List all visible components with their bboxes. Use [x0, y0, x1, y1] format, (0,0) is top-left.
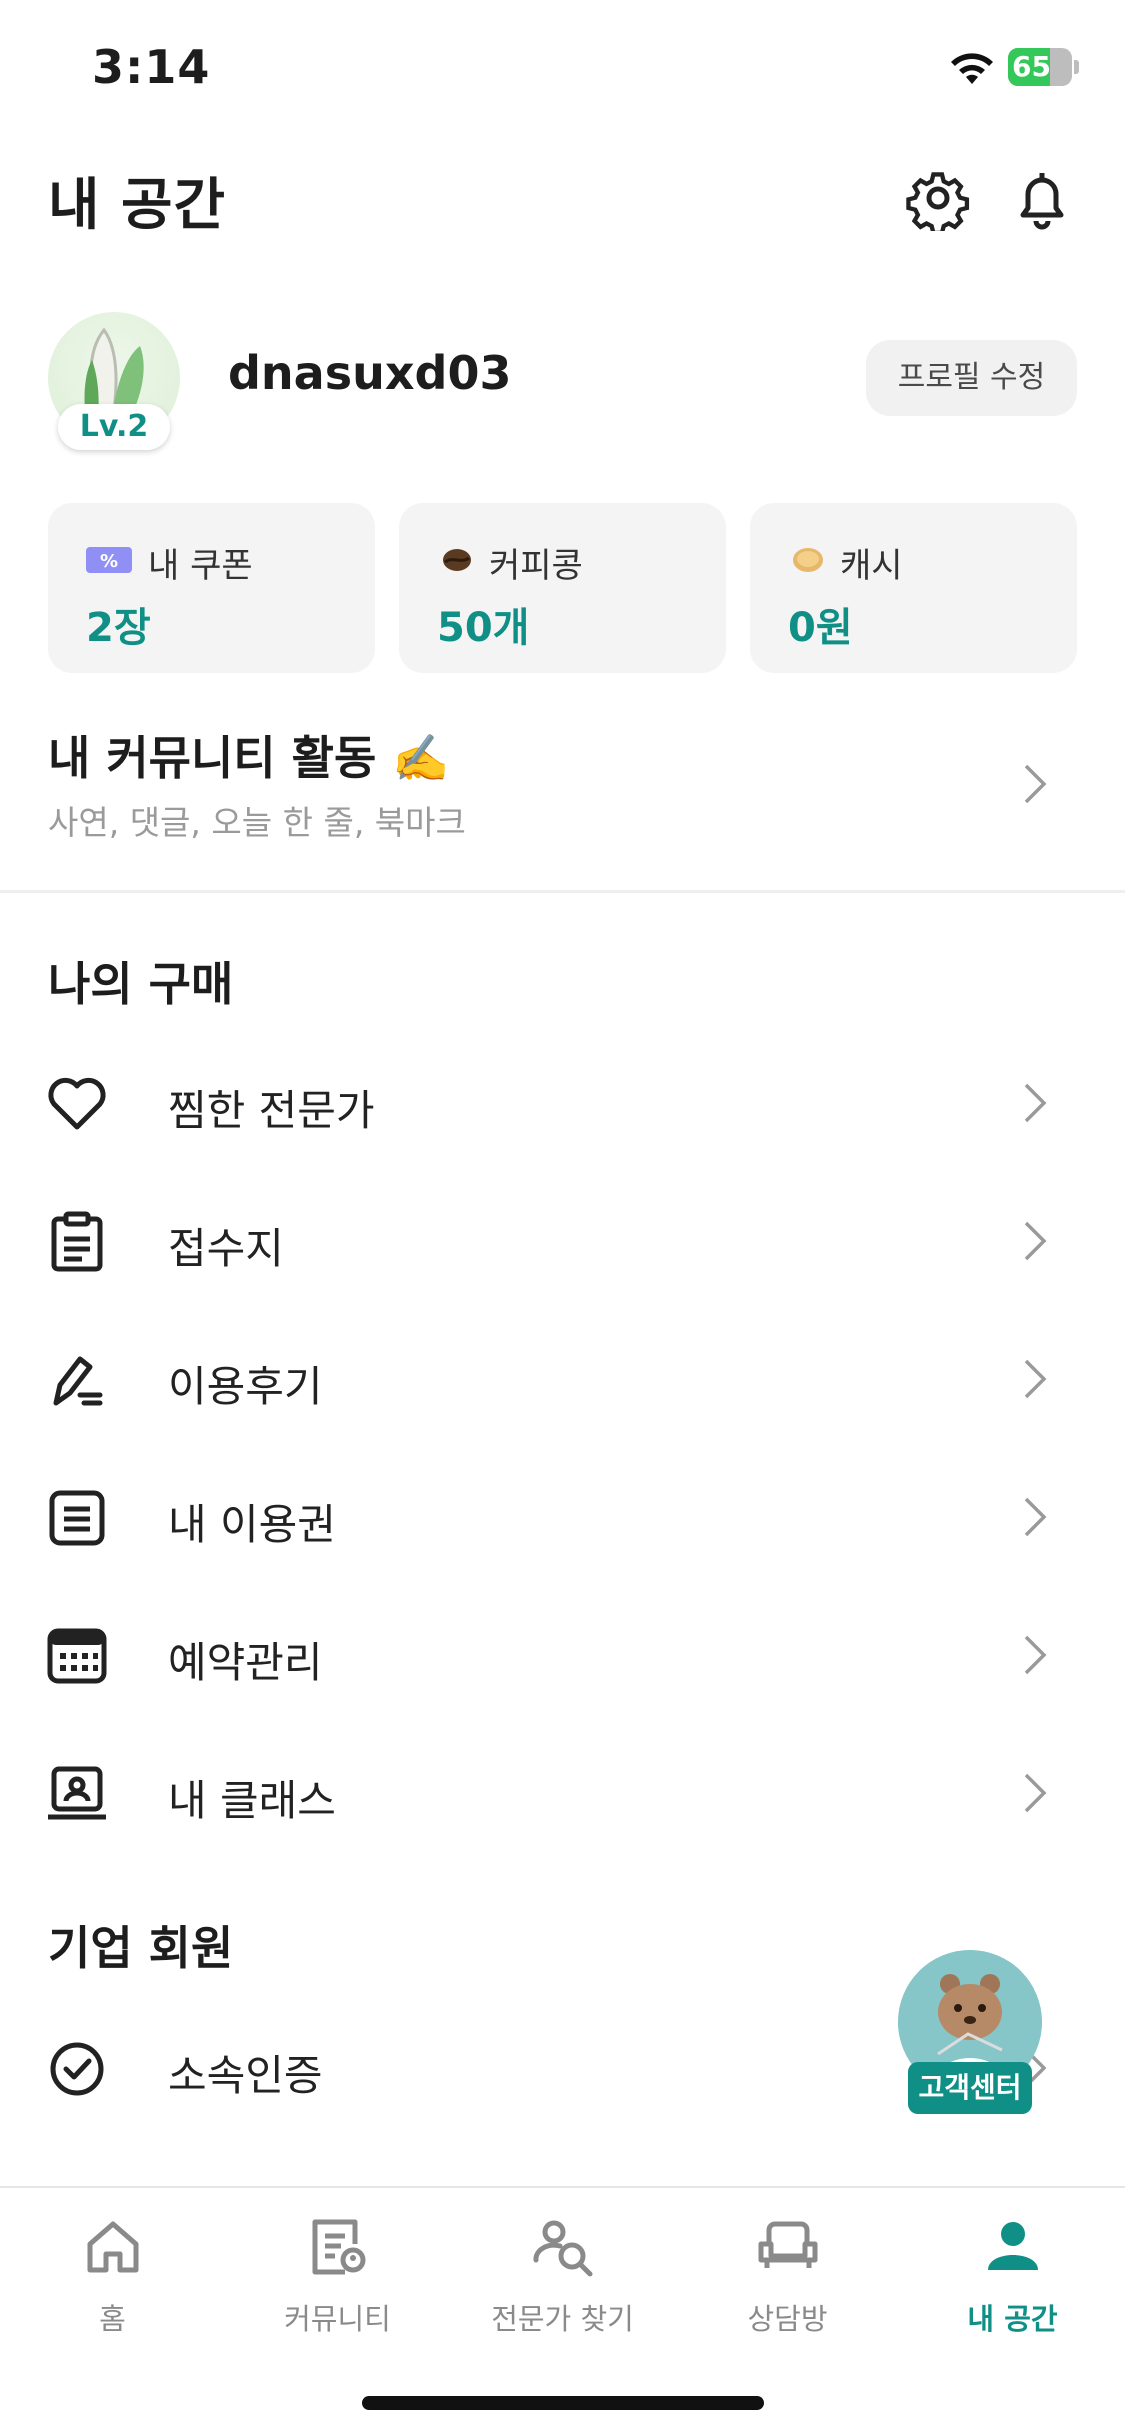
edit-profile-button[interactable]: 프로필 수정 — [866, 340, 1077, 416]
menu-item-reservations[interactable]: 예약관리 — [0, 1583, 1125, 1721]
chevron-right-icon — [1024, 1359, 1047, 1399]
coupon-value: 2장 — [86, 605, 151, 651]
coupon-icon: % — [86, 547, 132, 573]
coffee-bean-card[interactable]: 커피콩 50개 — [399, 503, 726, 673]
tab-label: 홈 — [99, 2302, 126, 2336]
menu-item-application-form[interactable]: 접수지 — [0, 1169, 1125, 1307]
coin-icon — [793, 548, 823, 572]
chevron-right-icon — [1024, 1635, 1047, 1675]
community-icon — [312, 2219, 366, 2275]
tab-label: 전문가 찾기 — [491, 2302, 634, 2336]
menu-item-label: 소속인증 — [168, 2051, 323, 2100]
status-bar: 3:14 65 — [0, 0, 1125, 140]
cash-card[interactable]: 캐시 0원 — [750, 503, 1077, 673]
coupon-card[interactable]: % 내 쿠폰 2장 — [48, 503, 375, 673]
tab-find-expert[interactable]: 전문가 찾기 — [450, 2188, 675, 2348]
chevron-right-icon — [1024, 1497, 1047, 1537]
tab-my-space[interactable]: 내 공간 — [900, 2188, 1125, 2348]
community-activity-subtitle: 사연, 댓글, 오늘 한 줄, 북마크 — [48, 803, 466, 842]
coffee-bean-value: 50개 — [437, 605, 530, 651]
person-icon — [988, 2222, 1038, 2270]
cash-label: 캐시 — [840, 546, 903, 586]
community-activity-title: 내 커뮤니티 활동 ✍️ — [48, 731, 450, 785]
menu-item-my-passes[interactable]: 내 이용권 — [0, 1445, 1125, 1583]
tab-home[interactable]: 홈 — [0, 2188, 225, 2348]
heart-icon — [48, 1077, 106, 1130]
expert-search-icon — [533, 2220, 593, 2277]
svg-text:%: % — [100, 551, 118, 572]
menu-item-label: 찜한 전문가 — [168, 1086, 375, 1135]
purchases-section-title: 나의 구매 — [48, 957, 234, 1011]
home-icon — [87, 2221, 139, 2273]
customer-center-button[interactable]: 고객센터 — [898, 1950, 1042, 2120]
battery-percent: 65 — [1012, 50, 1051, 83]
tab-label: 커뮤니티 — [284, 2302, 391, 2336]
pen-icon — [53, 1356, 103, 1406]
class-icon — [48, 1766, 106, 1820]
menu-item-my-classes[interactable]: 내 클래스 — [0, 1721, 1125, 1859]
username: dnasuxd03 — [228, 346, 512, 400]
community-activity-row[interactable]: 내 커뮤니티 활동 ✍️ 사연, 댓글, 오늘 한 줄, 북마크 — [0, 700, 1125, 870]
tab-counseling-room[interactable]: 상담방 — [675, 2188, 900, 2348]
home-indicator — [362, 2396, 764, 2410]
chevron-right-icon — [1024, 1083, 1047, 1123]
gear-icon[interactable] — [905, 165, 971, 231]
tab-community[interactable]: 커뮤니티 — [225, 2188, 450, 2348]
chevron-right-icon — [1024, 1773, 1047, 1813]
bell-icon[interactable] — [1009, 165, 1075, 231]
menu-item-label: 예약관리 — [168, 1638, 323, 1687]
menu-item-label: 이용후기 — [168, 1362, 323, 1411]
cash-value: 0원 — [788, 605, 853, 651]
customer-center-label: 고객센터 — [908, 2062, 1032, 2114]
menu-item-label: 접수지 — [168, 1224, 284, 1273]
check-circle-icon — [50, 2042, 104, 2096]
coffee-bean-label: 커피콩 — [489, 546, 583, 586]
sofa-icon — [758, 2221, 818, 2268]
battery-indicator: 65 — [1008, 48, 1079, 86]
chevron-right-icon — [1024, 1221, 1047, 1261]
coffee-bean-icon — [443, 549, 471, 571]
clipboard-icon — [51, 1211, 103, 1272]
section-divider — [0, 890, 1125, 893]
menu-item-reviews[interactable]: 이용후기 — [0, 1307, 1125, 1445]
status-time: 3:14 — [92, 40, 211, 94]
tab-label: 상담방 — [747, 2302, 828, 2336]
menu-item-label: 내 이용권 — [168, 1500, 336, 1549]
coupon-label: 내 쿠폰 — [148, 546, 253, 586]
menu-item-favorite-experts[interactable]: 찜한 전문가 — [0, 1031, 1125, 1169]
calendar-icon — [47, 1628, 107, 1684]
chevron-right-icon — [1024, 764, 1047, 804]
document-icon — [49, 1490, 105, 1546]
level-badge: Lv.2 — [58, 404, 170, 450]
tab-label: 내 공간 — [967, 2302, 1058, 2336]
menu-item-label: 내 클래스 — [168, 1776, 336, 1825]
wifi-icon — [951, 53, 993, 84]
page-title: 내 공간 — [48, 173, 227, 238]
business-section-title: 기업 회원 — [48, 1921, 234, 1975]
